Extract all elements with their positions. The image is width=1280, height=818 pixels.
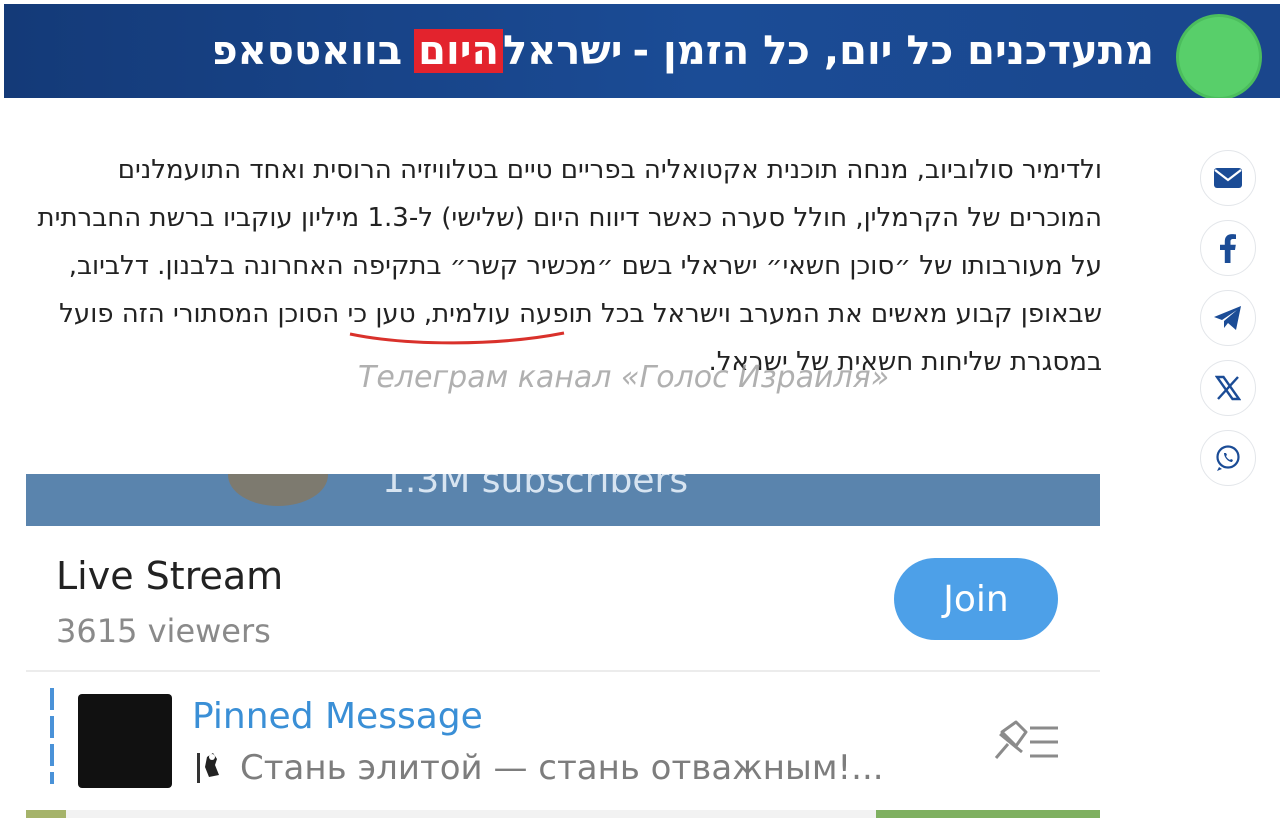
share-facebook-button[interactable]	[1200, 220, 1256, 276]
pinned-message-label[interactable]: Pinned Message	[192, 696, 483, 737]
whatsapp-icon	[1216, 445, 1240, 471]
telegram-screenshot: 1.3M subscribers Live Stream 3615 viewer…	[26, 474, 1100, 818]
live-stream-title: Live Stream	[56, 554, 284, 598]
viewer-count: 3615 viewers	[56, 612, 271, 650]
channel-avatar	[228, 474, 328, 506]
banner-text-after: בוואטסאפ	[211, 28, 403, 74]
article-body: ולדימיר סולוביוב, מנחה תוכנית אקטואליה ב…	[30, 146, 1102, 386]
x-icon	[1215, 375, 1241, 401]
pinned-message-text: Стань элитой — стань отважным!...	[240, 748, 884, 788]
share-x-button[interactable]	[1200, 360, 1256, 416]
pin-list-icon[interactable]	[986, 718, 1062, 766]
pinned-message-preview[interactable]: Стань элитой — стань отважным!...	[192, 748, 884, 788]
telegram-icon	[1214, 306, 1241, 330]
subscriber-count: 1.3M subscribers	[382, 474, 689, 501]
pinned-indicator-bar	[50, 688, 54, 784]
channel-header: 1.3M subscribers	[26, 474, 1100, 526]
pinned-thumbnail[interactable]	[78, 694, 172, 788]
whatsapp-logo-icon[interactable]	[1176, 14, 1262, 98]
red-underline-annotation	[349, 331, 565, 345]
divider	[26, 670, 1100, 672]
article-paragraph: ולדימיר סולוביוב, מנחה תוכנית אקטואליה ב…	[37, 155, 1102, 377]
share-telegram-button[interactable]	[1200, 290, 1256, 346]
join-button[interactable]: Join	[894, 558, 1058, 640]
email-icon	[1214, 168, 1242, 188]
embed-bottom-strip	[26, 810, 1100, 818]
whatsapp-promo-banner[interactable]: מתעדכנים כל יום, כל הזמן - ישראל היום בו…	[4, 4, 1280, 98]
brand-logo-main: ישראל	[502, 28, 623, 74]
watermark: Телеграм канал «Голос Израиля»	[358, 360, 890, 395]
banner-text-before: מתעדכנים כל יום, כל הזמן -	[632, 28, 1154, 74]
share-bar	[1200, 150, 1258, 486]
soldier-emoji-icon	[192, 748, 228, 788]
facebook-icon	[1220, 234, 1236, 263]
brand-logo: ישראל היום	[412, 28, 622, 74]
banner-headline: מתעדכנים כל יום, כל הזמן - ישראל היום בו…	[211, 4, 1154, 98]
share-whatsapp-button[interactable]	[1200, 430, 1256, 486]
share-email-button[interactable]	[1200, 150, 1256, 206]
brand-logo-red: היום	[414, 29, 503, 73]
